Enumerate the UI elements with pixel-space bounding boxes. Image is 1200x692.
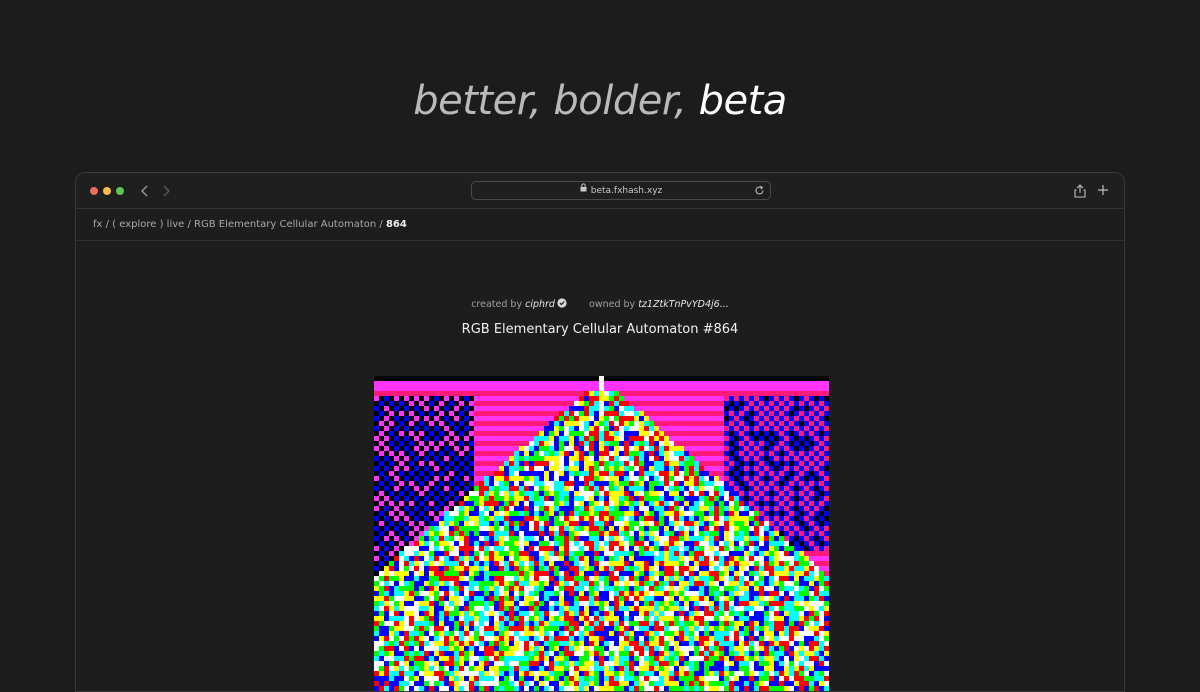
owner-link[interactable]: tz1ZtkTnPvYD4j6... [638, 299, 729, 310]
minimize-window-button[interactable] [103, 187, 111, 195]
url-text: beta.fxhash.xyz [590, 186, 663, 196]
page-content: created by ciphrd owned by tz1ZtkTnPvYD4… [76, 241, 1124, 691]
verified-badge-icon [557, 298, 567, 311]
share-icon[interactable] [1074, 183, 1086, 202]
token-title: RGB Elementary Cellular Automaton #864 [461, 322, 739, 337]
maximize-window-button[interactable] [116, 187, 124, 195]
token-meta: created by ciphrd owned by tz1ZtkTnPvYD4… [76, 298, 1124, 311]
headline-text: better, bolder, [413, 78, 699, 124]
breadcrumb: fx / ( explore ) live / RGB Elementary C… [76, 209, 1124, 241]
chevron-right-icon[interactable] [159, 183, 173, 197]
owned-by-label: owned by [589, 299, 636, 310]
breadcrumb-current: 864 [385, 219, 407, 230]
breadcrumb-path[interactable]: fx / ( explore ) live / RGB Elementary C… [93, 219, 386, 230]
browser-toolbar: beta.fxhash.xyz [76, 173, 1124, 209]
chevron-left-icon[interactable] [138, 183, 152, 197]
artwork-image [374, 376, 829, 691]
close-window-button[interactable] [90, 187, 98, 195]
browser-window: beta.fxhash.xyz fx / ( explore ) live / … [75, 172, 1125, 692]
headline: better, bolder, beta [0, 78, 1200, 124]
headline-emphasis: beta [698, 78, 788, 124]
reload-icon[interactable] [754, 185, 765, 203]
creator-link[interactable]: ciphrd [525, 299, 555, 310]
created-by-label: created by [471, 299, 523, 310]
lock-icon [580, 182, 587, 199]
address-bar[interactable]: beta.fxhash.xyz [471, 181, 771, 200]
plus-icon[interactable] [1096, 182, 1110, 201]
